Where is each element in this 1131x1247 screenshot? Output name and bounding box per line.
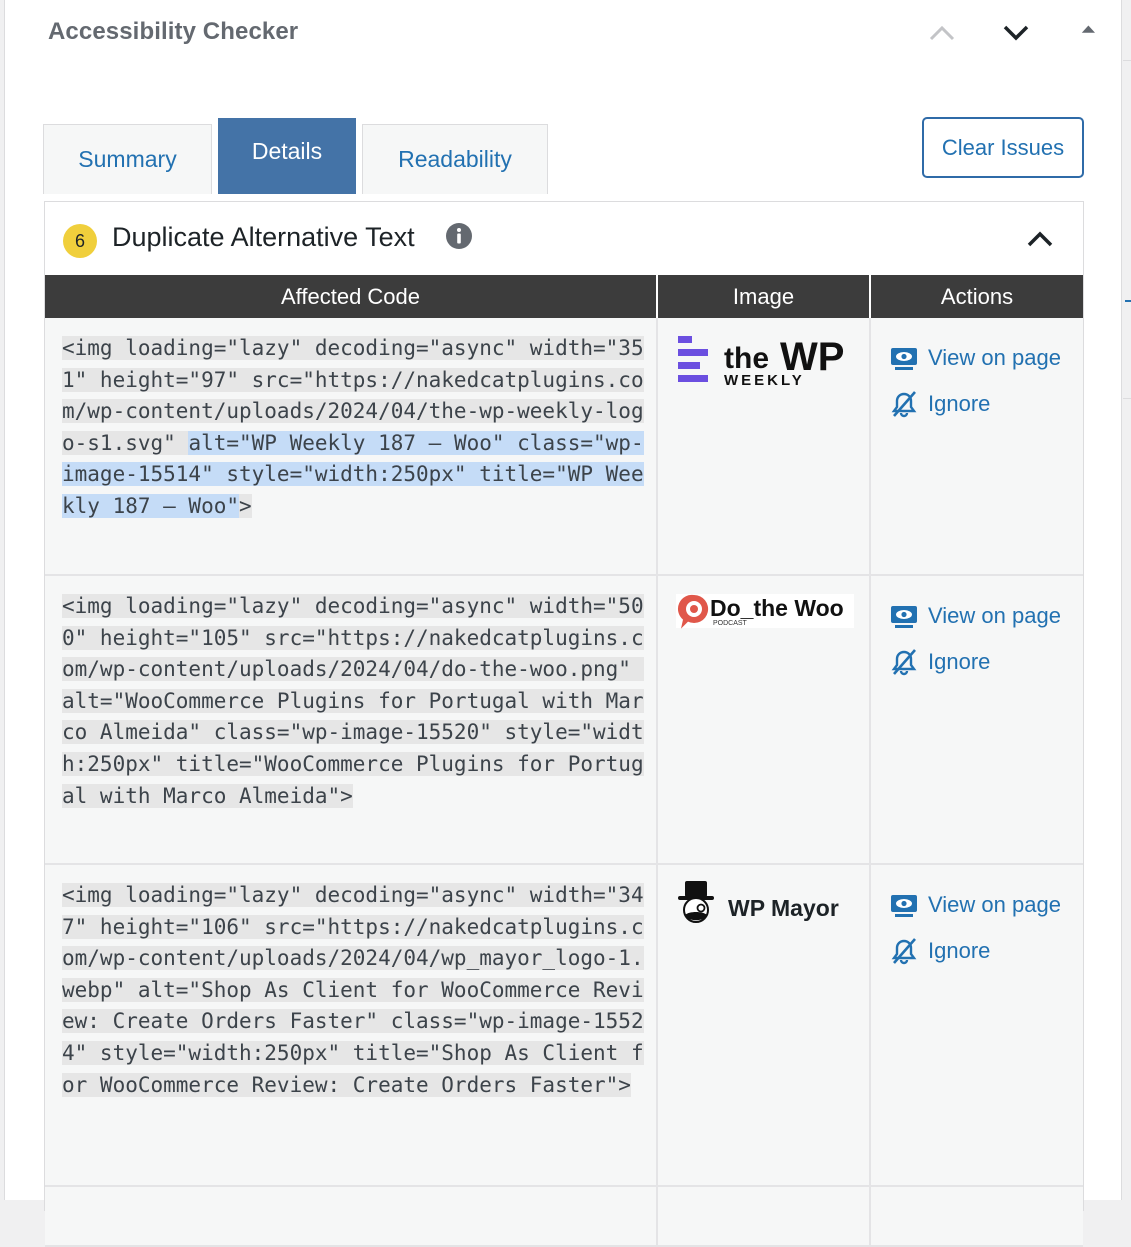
view-eye-icon (891, 348, 917, 370)
panel-title: Accessibility Checker (48, 18, 299, 45)
issues-table: Affected Code Image Actions <img loading… (45, 275, 1083, 1247)
ignore-label: Ignore (928, 391, 991, 416)
view-on-page-label: View on page (928, 892, 1061, 917)
svg-text:WEEKLY: WEEKLY (724, 372, 805, 388)
affected-code-end: > (239, 493, 252, 518)
tab-readability[interactable]: Readability (362, 124, 548, 194)
affected-code-cell: <img loading="lazy" decoding="async" wid… (45, 575, 658, 865)
table-row: <img loading="lazy" decoding="async" wid… (45, 318, 1083, 576)
image-cell (657, 1186, 871, 1247)
affected-code-cell: <img loading="lazy" decoding="async" wid… (45, 318, 658, 576)
image-cell: WP Mayor (657, 864, 871, 1187)
view-eye-icon (891, 606, 917, 628)
bell-muted-icon (891, 938, 917, 965)
image-cell: Do_the Woo PODCAST (657, 575, 871, 865)
view-on-page-link[interactable]: View on page (890, 887, 1083, 923)
svg-text:PODCAST: PODCAST (713, 620, 748, 627)
do-the-woo-logo: Do_the Woo PODCAST (676, 594, 854, 629)
info-icon[interactable] (445, 222, 473, 250)
clear-issues-button[interactable]: Clear Issues (922, 117, 1084, 178)
ignore-link[interactable]: Ignore (890, 644, 1083, 680)
affected-code-cell (45, 1186, 658, 1247)
issue-header[interactable]: 6 Duplicate Alternative Text (45, 202, 1083, 275)
image-cell: the WP WEEKLY (657, 318, 871, 576)
bell-muted-icon (891, 649, 917, 676)
table-row: <img loading="lazy" decoding="async" wid… (45, 575, 1083, 865)
toggle-panel-button[interactable] (1073, 14, 1113, 54)
view-on-page-link[interactable]: View on page (890, 598, 1083, 634)
move-down-button[interactable] (996, 14, 1036, 54)
ignore-link[interactable]: Ignore (890, 386, 1083, 422)
outer-divider (1123, 60, 1131, 61)
view-on-page-label: View on page (928, 603, 1061, 628)
tab-details[interactable]: Details (218, 118, 356, 194)
affected-code: <img loading="lazy" decoding="async" wid… (62, 883, 644, 1097)
chevron-up-icon (1027, 231, 1053, 247)
column-header-affected-code: Affected Code (45, 275, 658, 318)
issue-group: 6 Duplicate Alternative Text Affected Co… (44, 201, 1084, 1247)
actions-cell (870, 1186, 1083, 1247)
triangle-up-icon (1081, 25, 1095, 33)
actions-cell: View on page Ignore (870, 318, 1083, 576)
view-on-page-link[interactable]: View on page (890, 340, 1083, 376)
tab-summary[interactable]: Summary (43, 124, 212, 194)
outer-divider (1123, 398, 1131, 399)
svg-text:the: the (724, 342, 769, 375)
svg-text:Do_the Woo: Do_the Woo (710, 595, 844, 621)
actions-cell: View on page Ignore (870, 575, 1083, 865)
bell-muted-icon (891, 391, 917, 418)
chevron-up-icon (929, 25, 955, 41)
wp-mayor-logo: WP Mayor (678, 881, 839, 923)
affected-code: <img loading="lazy" decoding="async" wid… (62, 594, 644, 808)
ignore-label: Ignore (928, 938, 991, 963)
ignore-link[interactable]: Ignore (890, 933, 1083, 969)
chevron-down-icon (1003, 25, 1029, 41)
view-eye-icon (891, 895, 917, 917)
collapse-issue-button[interactable] (1020, 220, 1060, 260)
actions-cell: View on page Ignore (870, 864, 1083, 1187)
column-header-actions: Actions (870, 275, 1083, 318)
accessibility-checker-panel: Accessibility Checker Summary Details Re… (4, 0, 1122, 1247)
move-up-button[interactable] (922, 14, 962, 54)
issue-title: Duplicate Alternative Text (112, 222, 415, 252)
outer-accent (1125, 300, 1131, 302)
svg-text:WP Mayor: WP Mayor (728, 895, 839, 921)
view-on-page-label: View on page (928, 345, 1061, 370)
table-row: <img loading="lazy" decoding="async" wid… (45, 864, 1083, 1187)
column-header-image: Image (657, 275, 871, 318)
affected-code-cell: <img loading="lazy" decoding="async" wid… (45, 864, 658, 1187)
table-row (45, 1186, 1083, 1247)
ignore-label: Ignore (928, 649, 991, 674)
wp-weekly-logo: the WP WEEKLY (678, 335, 844, 388)
issue-count-badge: 6 (63, 224, 97, 258)
